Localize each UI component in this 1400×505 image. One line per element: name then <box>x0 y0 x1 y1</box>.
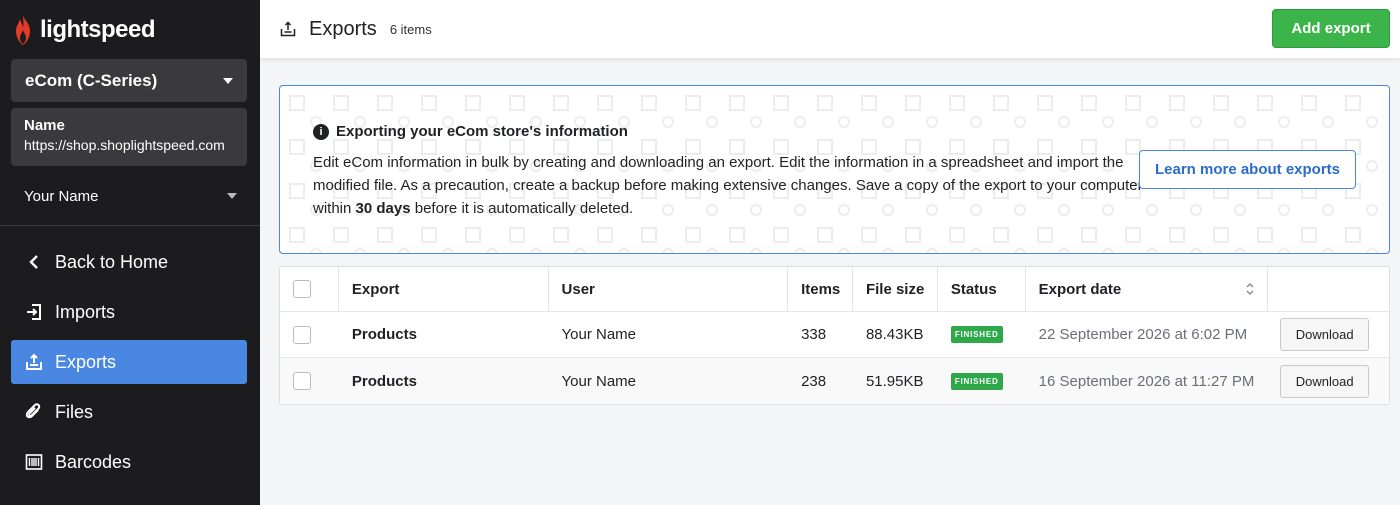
export-name: Products <box>351 372 417 390</box>
action-cell: Download <box>1268 312 1389 357</box>
table-header: Export User Items File size Status Expor… <box>280 267 1389 312</box>
status-badge: FINISHED <box>950 326 1003 343</box>
store-select-label: eCom (C-Series) <box>25 70 158 90</box>
export-date: 16 September 2026 at 11:27 PM <box>1038 372 1255 390</box>
sort-icon <box>1246 282 1254 296</box>
row-checkbox[interactable] <box>293 325 311 344</box>
barcode-icon <box>24 452 44 472</box>
column-header-export-date-label: Export date <box>1038 280 1122 298</box>
chevron-left-icon <box>24 252 44 272</box>
page-title: Exports <box>309 17 377 40</box>
export-file-size: 51.95KB <box>865 372 924 390</box>
action-cell: Download <box>1268 358 1389 404</box>
store-url: https://shop.shoplightspeed.com <box>24 137 225 153</box>
store-select[interactable]: eCom (C-Series) <box>11 59 247 102</box>
user-menu[interactable]: Your Name <box>11 180 247 212</box>
sidebar-item-label: Exports <box>55 351 117 372</box>
export-date: 22 September 2026 at 6:02 PM <box>1038 326 1248 343</box>
sidebar-item-barcodes[interactable]: Barcodes <box>11 440 247 484</box>
sidebar-item-files[interactable]: Files <box>11 390 247 434</box>
table-row: Products Your Name 238 51.95KB FINISHED … <box>280 358 1389 404</box>
flame-logo-icon <box>16 15 30 45</box>
info-panel: i Exporting your eCom store's informatio… <box>279 85 1390 254</box>
sidebar-nav: Back to Home Imports Exports Files Barco… <box>11 240 247 490</box>
caret-down-icon <box>223 77 233 84</box>
row-select-cell <box>280 358 339 404</box>
export-name: Products <box>351 326 417 343</box>
info-title-text: Exporting your eCom store's information <box>336 123 628 140</box>
row-select-cell <box>280 312 339 357</box>
column-header-items: Items <box>788 267 853 311</box>
export-items: 238 <box>801 372 827 390</box>
exports-table: Export User Items File size Status Expor… <box>279 266 1390 405</box>
page-header: Exports 6 items Add export <box>260 0 1400 58</box>
export-user: Your Name <box>561 372 637 390</box>
info-title: i Exporting your eCom store's informatio… <box>313 123 628 140</box>
info-icon: i <box>313 123 329 140</box>
status-cell: FINISHED <box>938 312 1026 357</box>
sidebar-item-imports[interactable]: Imports <box>11 290 247 334</box>
column-header-user: User <box>549 267 789 311</box>
sidebar-item-label: Files <box>55 401 94 422</box>
add-export-button[interactable]: Add export <box>1272 9 1390 48</box>
export-user: Your Name <box>561 326 637 343</box>
export-icon <box>24 352 44 372</box>
sidebar-item-label: Imports <box>55 301 116 322</box>
caret-down-icon <box>227 193 237 199</box>
info-text-bold: 30 days <box>355 200 411 217</box>
status-badge: FINISHED <box>950 372 1003 390</box>
lightspeed-logo[interactable]: lightspeed <box>12 14 156 46</box>
store-info: Name https://shop.shoplightspeed.com <box>11 108 247 166</box>
table-row: Products Your Name 338 88.43KB FINISHED … <box>280 312 1389 358</box>
export-items: 338 <box>801 326 827 343</box>
column-header-export: Export <box>339 267 549 311</box>
column-header-export-date[interactable]: Export date <box>1026 267 1269 311</box>
download-button[interactable]: Download <box>1280 318 1370 351</box>
sidebar-item-exports[interactable]: Exports <box>11 340 247 384</box>
paperclip-icon <box>24 402 44 422</box>
sidebar-divider <box>0 225 260 226</box>
info-text-post: before it is automatically deleted. <box>410 200 634 217</box>
download-button[interactable]: Download <box>1280 364 1370 398</box>
sidebar-item-label: Back to Home <box>55 251 169 272</box>
item-count: 6 items <box>389 21 432 37</box>
export-file-size: 88.43KB <box>865 326 924 343</box>
sidebar: lightspeed eCom (C-Series) Name https://… <box>0 0 260 505</box>
column-header-status: Status <box>938 267 1026 311</box>
column-header-file-size: File size <box>853 267 938 311</box>
brand-name: lightspeed <box>40 16 156 43</box>
learn-more-button[interactable]: Learn more about exports <box>1139 150 1356 189</box>
export-icon <box>280 21 296 37</box>
status-cell: FINISHED <box>938 358 1026 404</box>
sidebar-item-back-to-home[interactable]: Back to Home <box>11 240 247 284</box>
row-checkbox[interactable] <box>293 372 311 390</box>
store-name-label: Name <box>24 117 65 134</box>
column-header-action <box>1268 267 1389 311</box>
info-description: Edit eCom information in bulk by creatin… <box>313 151 1143 220</box>
select-all-checkbox[interactable] <box>293 280 311 298</box>
user-name: Your Name <box>24 187 99 205</box>
sidebar-item-label: Barcodes <box>55 451 132 472</box>
select-all-cell <box>280 267 339 311</box>
import-icon <box>24 302 44 322</box>
